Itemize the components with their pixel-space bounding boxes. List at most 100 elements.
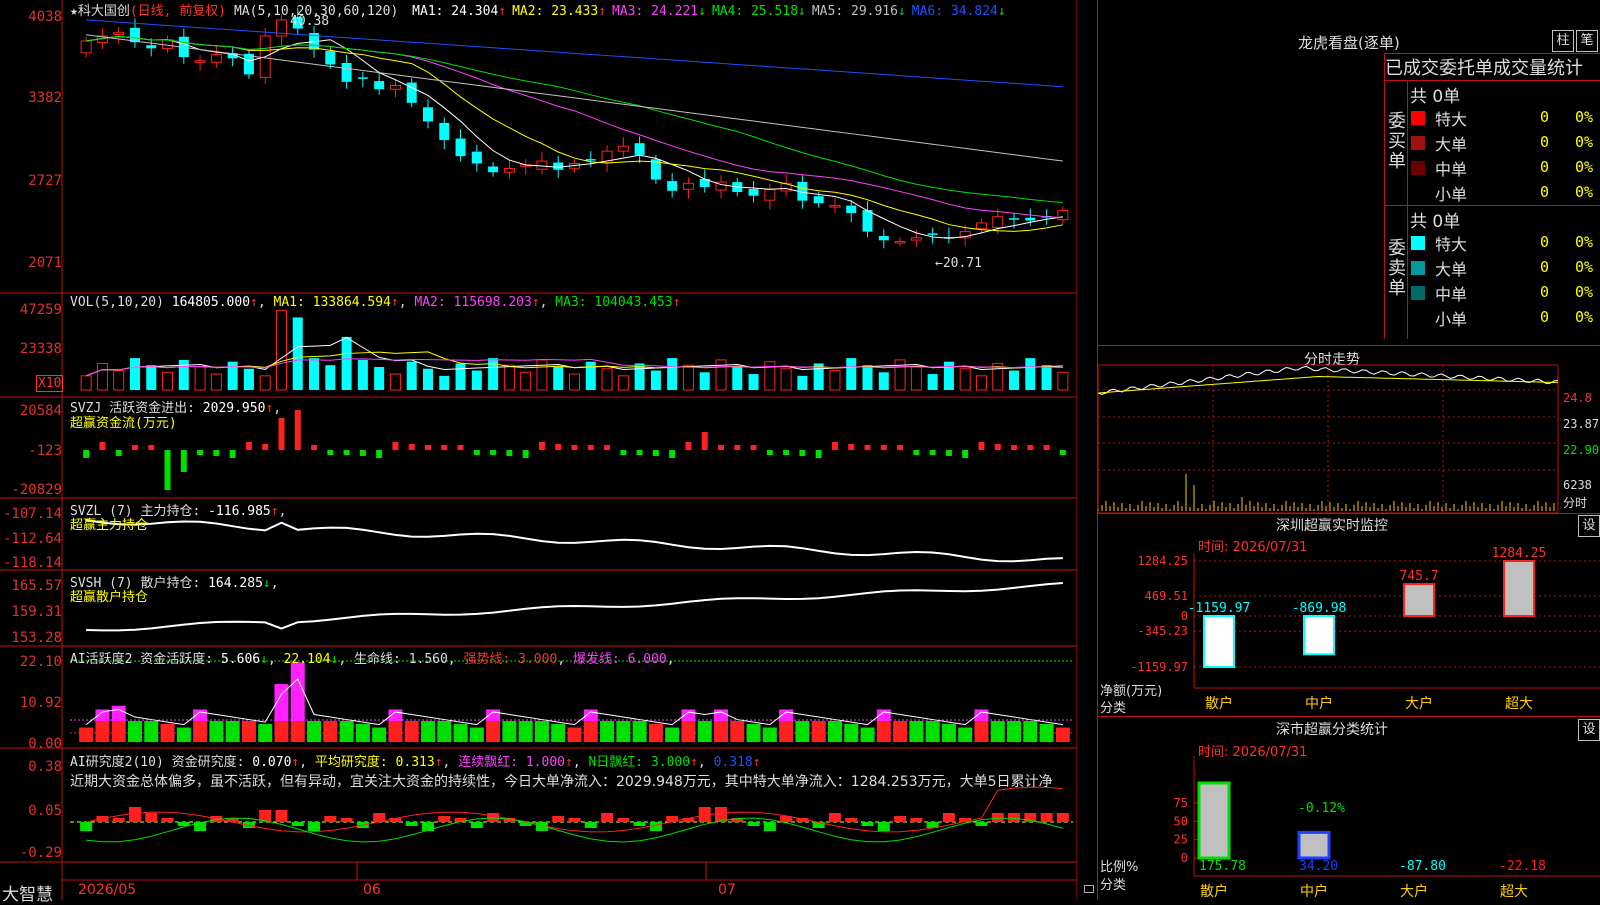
research-avg: 平均研究度: 0.313: [314, 755, 435, 770]
flow-bar: [587, 445, 594, 450]
flow-bar: [815, 450, 822, 458]
ai-strong: 强势线: 3.000: [463, 652, 558, 667]
activity-bar: [160, 723, 175, 742]
flow-bar: [180, 450, 187, 472]
order-percent: 0%: [1575, 158, 1594, 176]
research-bar: [438, 816, 451, 822]
research-bar: [128, 807, 141, 822]
activity-bar: [665, 727, 680, 742]
candle-body: [927, 233, 938, 235]
buy-side-label: 委买单: [1388, 111, 1406, 172]
flow-bar: [99, 442, 106, 450]
candle-body: [389, 85, 401, 90]
net-amount-bar: [1203, 615, 1235, 668]
research-bar: [763, 822, 776, 831]
flow-bar: [148, 445, 155, 450]
activity-bar: [600, 721, 615, 742]
order-count: 0: [1540, 308, 1550, 326]
candle-body: [471, 151, 482, 164]
flow-bar: [571, 445, 578, 450]
candle-body: [357, 77, 368, 79]
volume-bar: [650, 370, 661, 390]
trend-arrow-icon: ↓: [897, 4, 906, 19]
activity-bar: [388, 721, 403, 742]
ratio-bar: [1197, 781, 1231, 860]
order-count: 0: [1540, 258, 1550, 276]
volume-bar: [1025, 358, 1036, 390]
svsh-ytick: 159.31: [11, 604, 62, 620]
net-amount-bar: [1503, 560, 1535, 617]
flow-bar: [1011, 445, 1018, 450]
candle-body: [536, 160, 548, 170]
volume-bar: [389, 373, 401, 391]
volume-bar: [503, 364, 515, 391]
volume-bar: [439, 375, 450, 390]
legend-swatch: [1411, 111, 1425, 125]
candle-body: [1025, 217, 1036, 221]
candle-body: [764, 189, 776, 201]
activity-bar: [714, 709, 729, 722]
tick-view-button[interactable]: 笔: [1576, 30, 1598, 52]
flow-bar: [538, 442, 545, 450]
intraday-chart: [1098, 364, 1559, 513]
activity-bar: [437, 721, 452, 742]
ratio-label: 34.20: [1299, 859, 1338, 874]
price-header: ★科大国创(日线, 前复权) MA(5,10,20,30,60,120) MA1…: [70, 0, 1006, 19]
order-size-label: 特大: [1435, 235, 1468, 254]
ratio-label: 175.78: [1199, 859, 1246, 874]
order-size-label: 大单: [1435, 260, 1468, 279]
order-size-label: 大单: [1435, 135, 1468, 154]
vol-header: VOL(5,10,20) 164805.000↑, MA1: 133864.59…: [70, 295, 681, 310]
volume-bar: [585, 361, 596, 390]
column-view-button[interactable]: 柱: [1552, 30, 1574, 52]
candle-body: [439, 122, 450, 140]
research-bar: [308, 822, 321, 831]
volume-bar: [455, 363, 466, 390]
research-ytick: 0.38: [28, 759, 62, 775]
activity-bar: [258, 723, 273, 742]
order-count: 0: [1540, 233, 1550, 251]
sz-monitor-xlabel: 分类: [1100, 701, 1127, 716]
flow-bar: [604, 445, 611, 450]
research-label: AI研究度2(10) 资金研究度:: [70, 755, 245, 770]
research-bar: [942, 813, 955, 822]
ma-value-2: MA2: 23.433: [512, 4, 599, 19]
activity-bar: [79, 727, 94, 742]
ai-header: AI活跃度2 资金活跃度: 5.606↓, 22.104↓, 生命线: 1.56…: [70, 652, 675, 667]
intraday-ytick: 22.90: [1563, 443, 1600, 457]
intraday-vol-tick: 6238: [1563, 478, 1592, 492]
activity-bar: [176, 727, 191, 742]
x-label: 06: [363, 882, 381, 898]
activity-bar: [762, 727, 777, 742]
activity-bar: [941, 723, 956, 742]
volume-bar: [292, 317, 303, 390]
volume-bar: [309, 358, 320, 390]
activity-bar: [486, 721, 501, 742]
intraday-ytick: 24.8: [1563, 391, 1592, 405]
activity-bar: [355, 723, 370, 742]
volume-bar: [488, 358, 499, 390]
research-bar: [161, 818, 174, 822]
vol-ma2: MA2: 115698.203: [414, 295, 532, 310]
activity-bar: [648, 723, 663, 742]
research-bar: [617, 818, 630, 822]
candle-body: [894, 241, 906, 244]
flow-bar: [376, 450, 383, 458]
research-bar: [894, 816, 907, 822]
volume-bar: [178, 359, 189, 390]
volume-bar: [325, 365, 336, 390]
legend-swatch: [1411, 236, 1425, 250]
activity-bar: [1039, 723, 1054, 742]
volume-bar: [243, 368, 254, 390]
flow-bar: [880, 445, 887, 450]
candle-body: [829, 205, 841, 208]
net-amount-bar: [1403, 583, 1435, 617]
activity-bar: [111, 721, 126, 742]
activity-bar: [453, 723, 468, 742]
chart-mode: (日线, 前复权): [129, 4, 227, 19]
ratio-bar: [1297, 830, 1331, 860]
stock-name[interactable]: ★科大国创: [70, 4, 130, 19]
flow-bar: [262, 444, 269, 450]
candle-body: [129, 27, 140, 43]
activity-bar: [714, 721, 729, 742]
